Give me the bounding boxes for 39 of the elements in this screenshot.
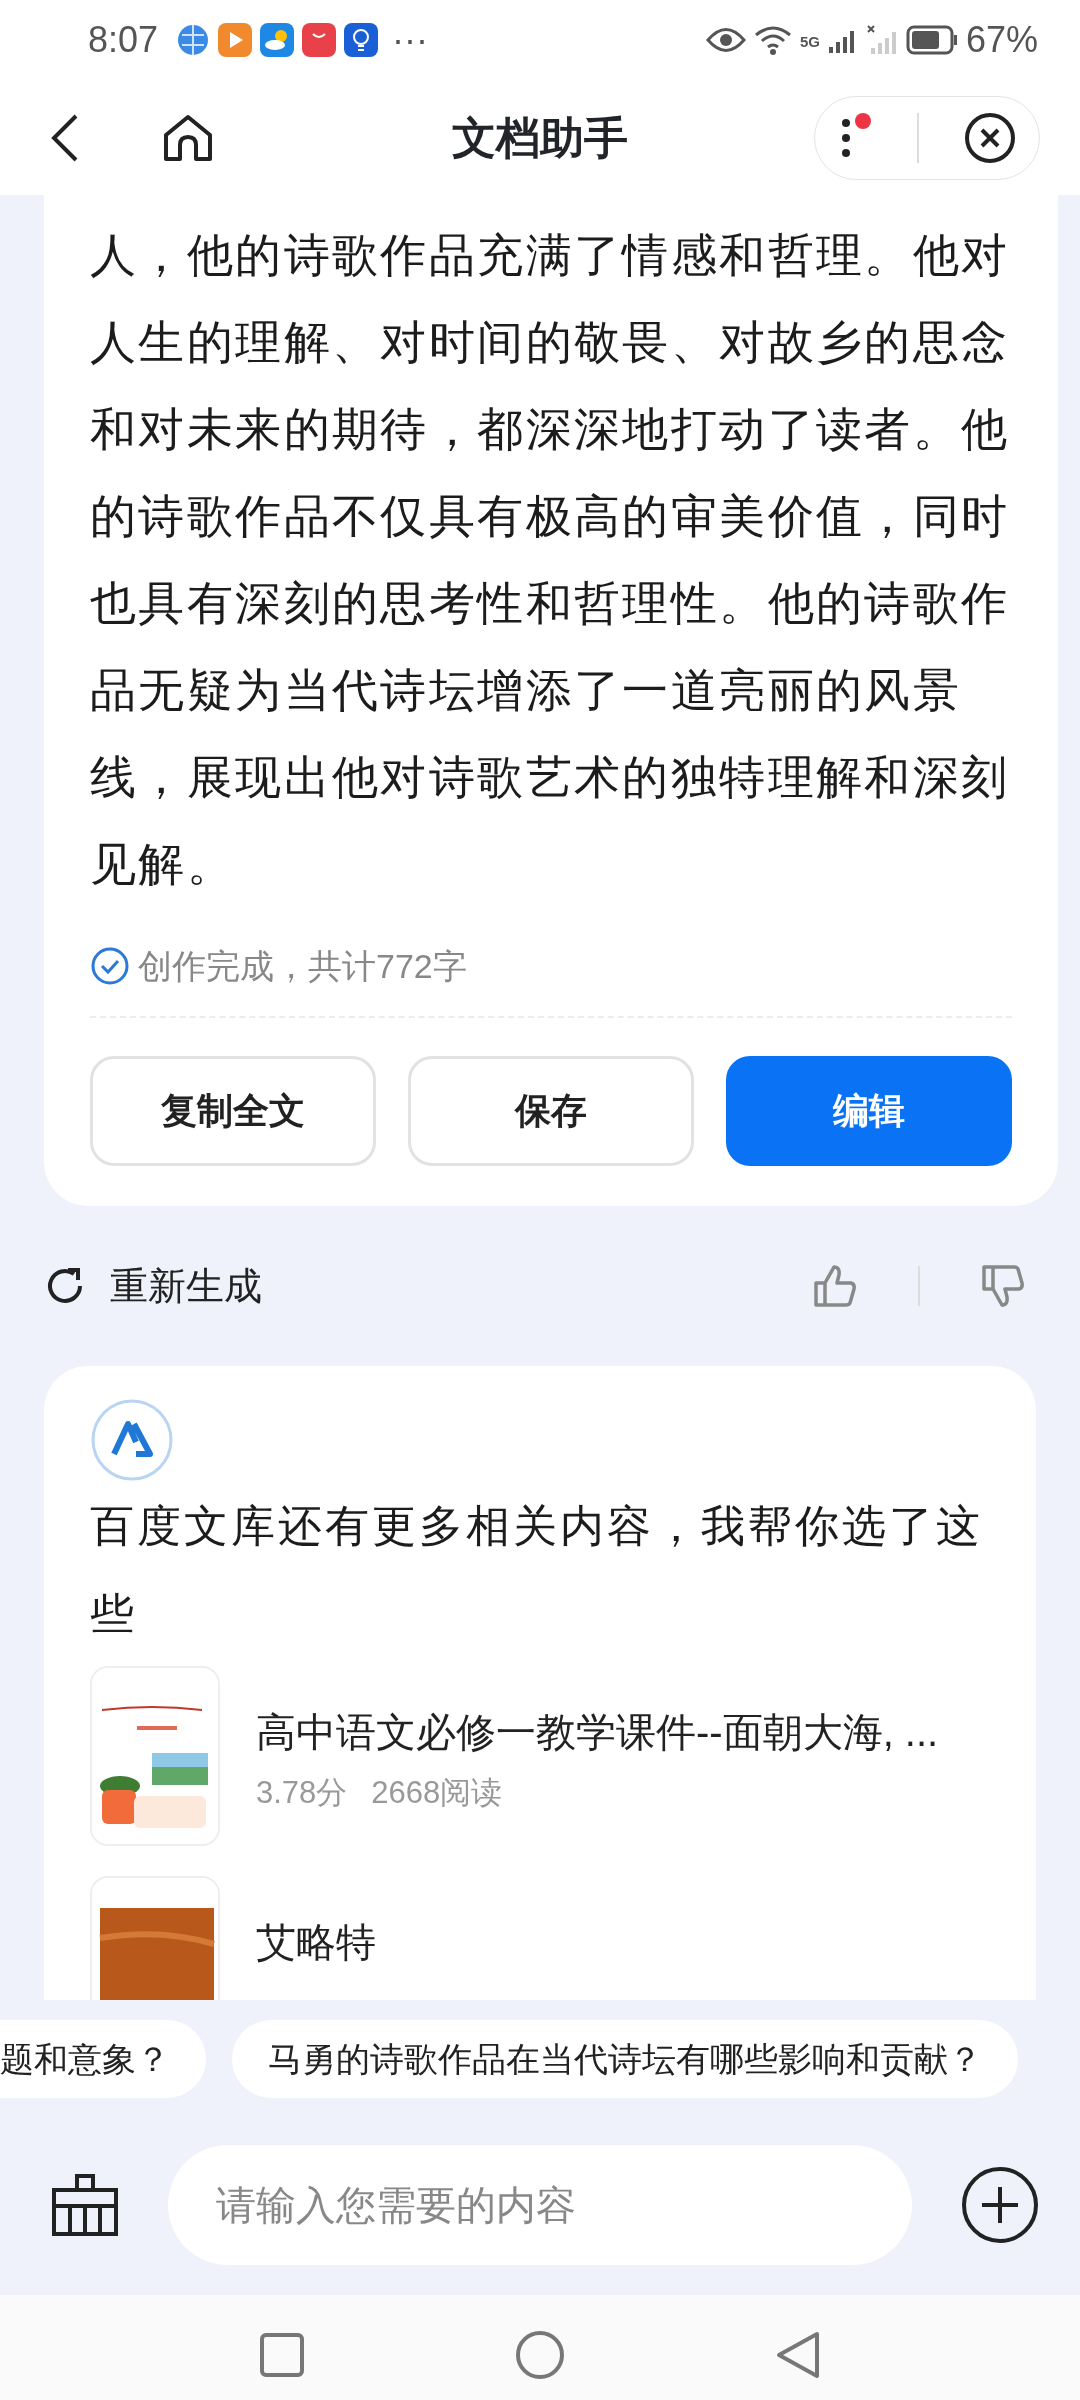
- document-title[interactable]: 高中语文必修一教学课件--面朝大海, ...: [256, 1702, 939, 1762]
- wifi-icon: [753, 25, 792, 55]
- battery-percent: 67%: [965, 18, 1038, 62]
- document-reads: 2668阅读: [371, 1774, 503, 1812]
- suggestion-chip[interactable]: 马勇的诗歌作品在当代诗坛有哪些影响和贡献？: [232, 2020, 1018, 2098]
- store-icon: [302, 23, 337, 57]
- add-icon[interactable]: [960, 2165, 1040, 2245]
- status-time: 8:07: [88, 18, 159, 62]
- document-score: 3.78分: [256, 1774, 348, 1812]
- close-icon[interactable]: [964, 111, 1017, 164]
- home-icon[interactable]: [162, 112, 214, 163]
- thumbs-down-icon[interactable]: [980, 1263, 1026, 1309]
- no-signal-icon: [865, 24, 898, 56]
- message-input[interactable]: 请输入您需要的内容: [168, 2145, 912, 2265]
- more-notifications: ···: [392, 18, 429, 62]
- network-type: 5G: [799, 32, 820, 52]
- answer-text: 人，他的诗歌作品充满了情感和哲理。他对人生的理解、对时间的敬畏、对故乡的思念和对未来的期待，都深深地打动了读者。他的诗歌作品不仅具有极高的审美价值，同时也具有深刻的思考性和哲理性。他的诗歌作品无疑为当代诗坛增添了一道亮丽的风景线，展现出他对诗歌艺术的独特理解和深刻见解。: [90, 228, 1011, 892]
- edit-button[interactable]: 编辑: [726, 1056, 1012, 1166]
- eye-icon: [705, 27, 746, 53]
- action-button[interactable]: 保存: [408, 1056, 694, 1166]
- recommendation-intro: 百度文库还有更多相关内容，我帮你选了这些: [90, 1500, 984, 1640]
- play-icon: [218, 23, 253, 57]
- completion-status: 创作完成，共计772字: [138, 945, 467, 987]
- document-title[interactable]: 艾略特: [256, 1912, 376, 1972]
- weather-icon: [260, 23, 295, 57]
- assistant-logo-icon: [90, 1398, 174, 1482]
- regenerate-link[interactable]: 重新生成: [110, 1257, 262, 1315]
- thumbs-up-icon[interactable]: [812, 1263, 858, 1309]
- back-icon[interactable]: [50, 112, 80, 163]
- back-button-icon[interactable]: [775, 2330, 821, 2380]
- bulb-icon: [344, 23, 379, 57]
- home-button-icon[interactable]: [515, 2330, 565, 2380]
- globe-icon: [176, 23, 211, 57]
- recent-apps-icon[interactable]: [259, 2332, 305, 2378]
- suggestion-chip[interactable]: 题和意象？: [0, 2020, 206, 2098]
- page-title: 文档助手: [452, 111, 628, 164]
- action-button[interactable]: 复制全文: [90, 1056, 376, 1166]
- check-circle-icon: [90, 946, 130, 986]
- battery-icon: [905, 25, 958, 55]
